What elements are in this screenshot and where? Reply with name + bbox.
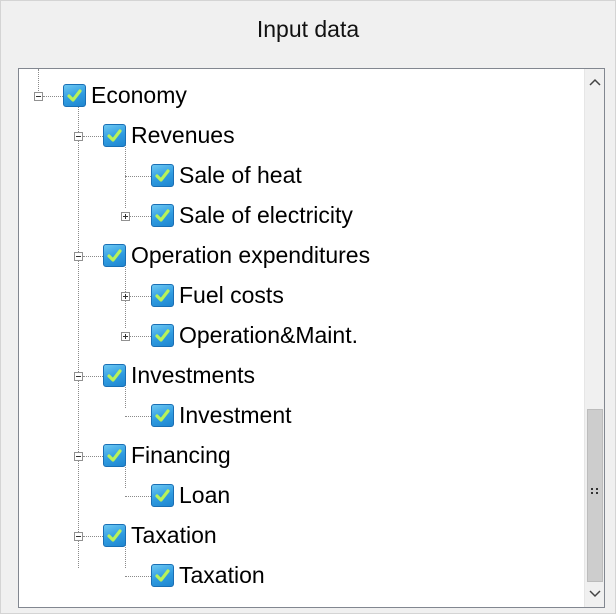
checkbox-checked-icon[interactable]: [151, 284, 174, 307]
expand-icon[interactable]: [121, 212, 130, 221]
expand-icon[interactable]: [121, 332, 130, 341]
tree-item-label: Revenues: [131, 122, 235, 148]
checkbox-checked-icon[interactable]: [103, 124, 126, 147]
checkbox-checked-icon[interactable]: [151, 164, 174, 187]
collapse-icon[interactable]: [74, 372, 83, 381]
tree-item-label: Taxation: [179, 562, 265, 588]
collapse-icon[interactable]: [34, 92, 43, 101]
scroll-up-button[interactable]: [585, 72, 604, 92]
checkbox-checked-icon[interactable]: [151, 204, 174, 227]
tree-item-label: Taxation: [131, 522, 217, 548]
chevron-up-icon: [589, 78, 601, 86]
tree-item-label: Fuel costs: [179, 282, 284, 308]
checkbox-checked-icon[interactable]: [151, 324, 174, 347]
tree-item-label: Investment: [179, 402, 292, 428]
tree-scrollbar[interactable]: [584, 69, 604, 607]
checkbox-checked-icon[interactable]: [63, 84, 86, 107]
input-data-panel: Input data Economy Revenues Sale of heat Sa…: [0, 0, 616, 614]
tree-item-label: Loan: [179, 482, 231, 508]
scroll-thumb[interactable]: [587, 409, 603, 582]
checkbox-checked-icon[interactable]: [151, 564, 174, 587]
scroll-down-button[interactable]: [585, 584, 604, 604]
checkbox-checked-icon[interactable]: [151, 484, 174, 507]
panel-title: Input data: [256, 15, 360, 42]
checkbox-checked-icon[interactable]: [103, 364, 126, 387]
expand-icon[interactable]: [121, 292, 130, 301]
tree-item-label: Financing: [131, 442, 231, 468]
collapse-icon[interactable]: [74, 532, 83, 541]
collapse-icon[interactable]: [74, 452, 83, 461]
checkbox-checked-icon[interactable]: [103, 244, 126, 267]
tree-item-label: Sale of electricity: [179, 202, 353, 228]
tree-item-label: Operation&Maint.: [179, 322, 358, 348]
chevron-down-icon: [589, 590, 601, 598]
tree-item-label: Operation expenditures: [131, 242, 371, 268]
checkbox-checked-icon[interactable]: [103, 524, 126, 547]
tree-item-label: Sale of heat: [179, 162, 302, 188]
grip-icon: [591, 488, 598, 494]
checkbox-checked-icon[interactable]: [103, 444, 126, 467]
collapse-icon[interactable]: [74, 132, 83, 141]
tree-item-label: Investments: [131, 362, 255, 388]
collapse-icon[interactable]: [74, 252, 83, 261]
tree-item-label: Economy: [91, 82, 187, 108]
input-data-tree[interactable]: Economy Revenues Sale of heat Sale of elect…: [18, 68, 605, 608]
checkbox-checked-icon[interactable]: [151, 404, 174, 427]
